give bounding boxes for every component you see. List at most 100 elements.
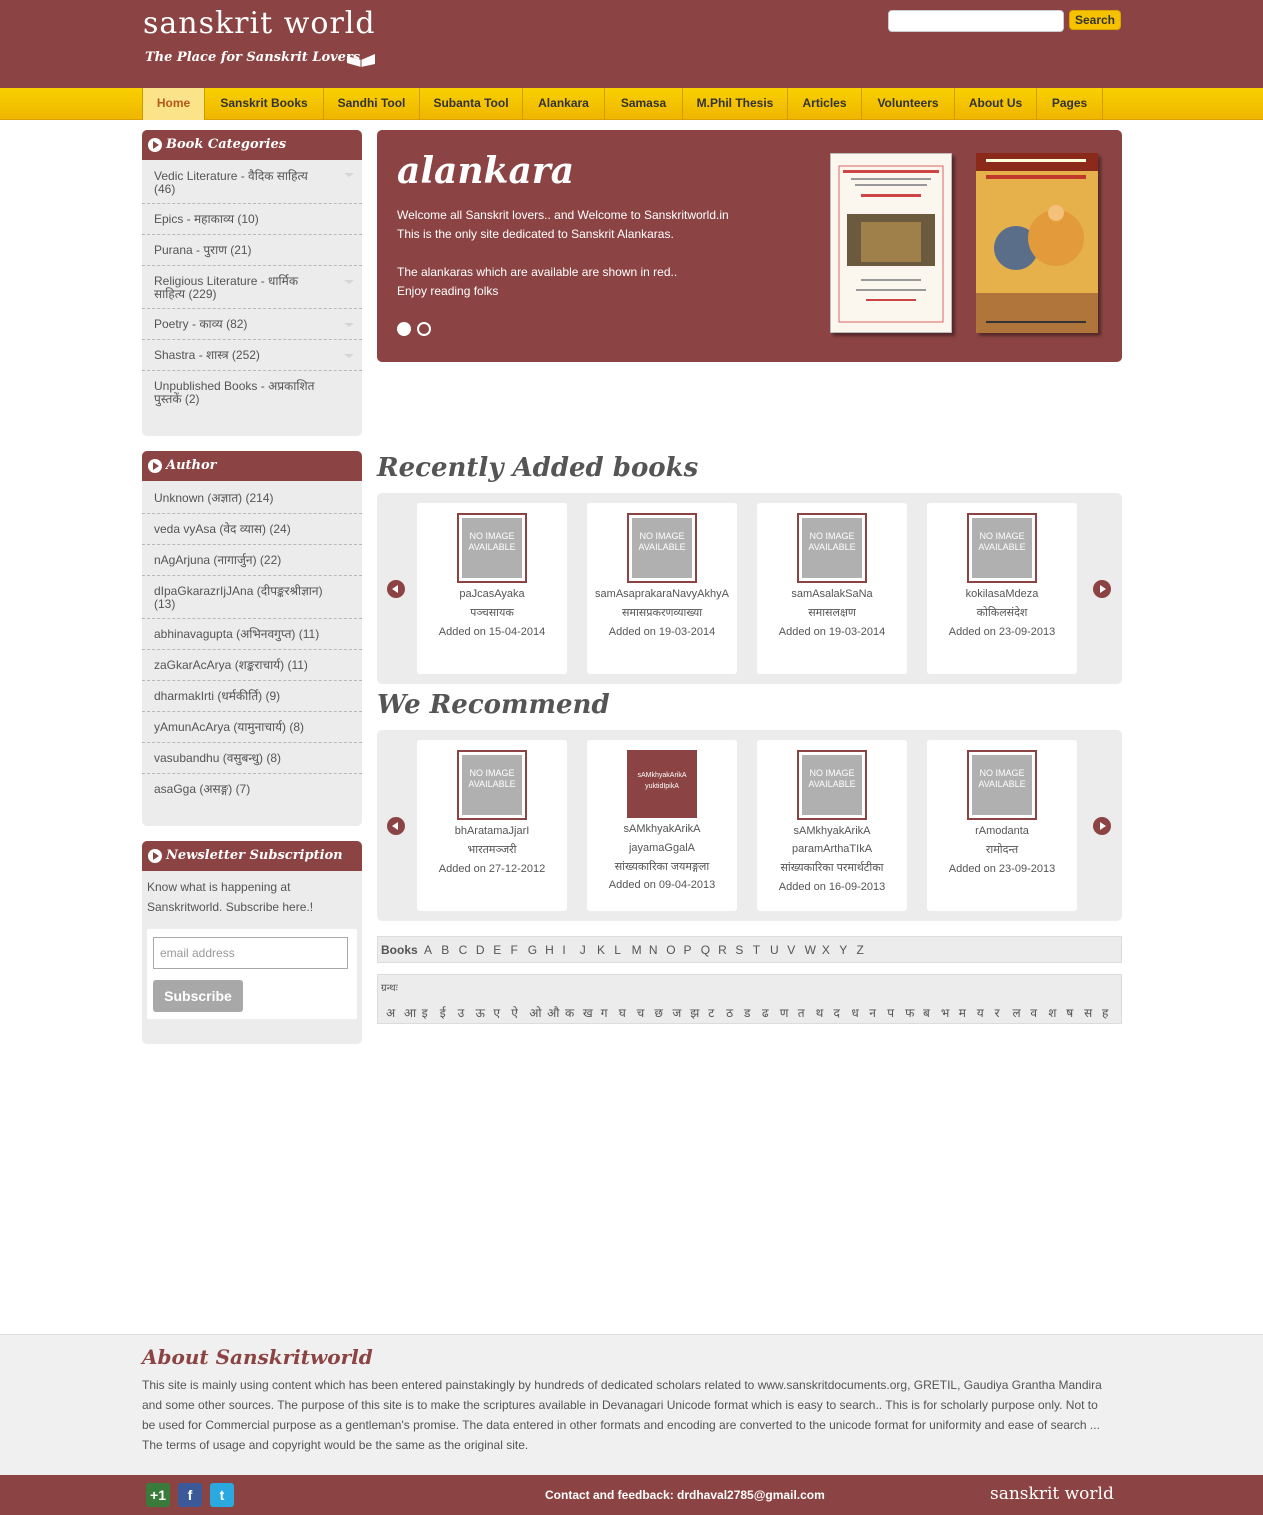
devanagari-link[interactable]: थ [816,1004,824,1021]
devanagari-link[interactable]: ब [923,1004,930,1021]
book-thumbnail[interactable]: NO IMAGE AVAILABLE [627,513,697,583]
devanagari-link[interactable]: प [887,1004,894,1021]
alphabet-link-c[interactable]: C [459,943,468,957]
alphabet-link-e[interactable]: E [493,943,501,957]
devanagari-link[interactable]: ऊ [476,1004,485,1021]
alphabet-link-z[interactable]: Z [857,943,864,957]
devanagari-link[interactable]: इ [422,1004,428,1021]
google-plus-icon[interactable]: +1 [146,1483,170,1507]
nav-home[interactable]: Home [142,88,205,120]
devanagari-link[interactable]: ल [1013,1004,1021,1021]
book-title[interactable]: samAsaprakaraNavyAkhyA [587,588,737,600]
devanagari-link[interactable]: ज [672,1004,681,1021]
book-card[interactable]: NO IMAGE AVAILABLE rAmodanta रामोदन्त Ad… [927,740,1077,911]
alphabet-link-r[interactable]: R [718,943,727,957]
nav-articles[interactable]: Articles [788,88,862,120]
alphabet-link-a[interactable]: A [424,943,432,957]
devanagari-link[interactable]: स [1084,1004,1092,1021]
devanagari-link[interactable]: भ [941,1004,949,1021]
author-item[interactable]: nAgArjuna (नागार्जुन) (22) [142,545,362,576]
book-title-devanagari[interactable]: समासप्रकरणव्याख्या [587,605,737,620]
book-title-devanagari[interactable]: रामोदन्त [927,842,1077,857]
book-card[interactable]: NO IMAGE AVAILABLE samAsaprakaraNavyAkhy… [587,503,737,674]
book-title[interactable]: sAMkhyakArikA [587,823,737,835]
carousel-next-icon[interactable] [1093,580,1111,598]
alphabet-link-n[interactable]: N [649,943,658,957]
author-item[interactable]: dharmakIrti (धर्मकीर्ति) (9) [142,681,362,712]
book-title[interactable]: rAmodanta [927,825,1077,837]
nav-subanta-tool[interactable]: Subanta Tool [420,88,523,120]
devanagari-link[interactable]: क [565,1004,574,1021]
chevron-down-icon[interactable] [344,280,354,284]
book-cover-image[interactable] [830,153,952,333]
author-item[interactable]: veda vyAsa (वेद व्यास) (24) [142,514,362,545]
alphabet-link-s[interactable]: S [735,943,743,957]
book-thumbnail[interactable]: NO IMAGE AVAILABLE [967,750,1037,820]
author-item[interactable]: yAmunAcArya (यामुनाचार्य) (8) [142,712,362,743]
devanagari-link[interactable]: य [977,1004,984,1021]
author-item[interactable]: asaGga (असङ्ग) (7) [142,774,362,805]
book-title-line2[interactable]: jayamaGgalA [587,842,737,854]
alphabet-link-h[interactable]: H [545,943,554,957]
category-item[interactable]: Poetry - काव्य (82) [142,309,362,340]
book-thumbnail[interactable]: NO IMAGE AVAILABLE [797,513,867,583]
devanagari-link[interactable]: ह [1102,1004,1108,1021]
book-thumbnail[interactable]: sAMkhyakArikA yuktidIpikA [627,750,697,818]
alphabet-link-t[interactable]: T [753,943,760,957]
facebook-icon[interactable]: f [178,1483,202,1507]
author-item[interactable]: vasubandhu (वसुबन्धु) (8) [142,743,362,774]
category-item[interactable]: Vedic Literature - वैदिक साहित्य (46) [142,167,362,204]
book-title-devanagari[interactable]: कोकिलसंदेश [927,605,1077,620]
author-item[interactable]: abhinavagupta (अभिनवगुप्त) (11) [142,619,362,650]
book-title[interactable]: kokilasaMdeza [927,588,1077,600]
author-item[interactable]: dIpaGkarazrIjJAna (दीपङ्करश्रीज्ञान) (13) [142,576,362,619]
category-item[interactable]: Shastra - शास्त्र (252) [142,340,362,371]
alphabet-link-i[interactable]: I [562,943,565,957]
subscribe-button[interactable]: Subscribe [153,980,243,1012]
book-card[interactable]: NO IMAGE AVAILABLE paJcasAyaka पञ्चसायक … [417,503,567,674]
email-field[interactable]: email address [153,937,348,969]
chevron-down-icon[interactable] [344,173,354,177]
alphabet-link-v[interactable]: V [787,943,795,957]
devanagari-link[interactable]: औ [547,1004,559,1021]
twitter-icon[interactable]: t [210,1483,234,1507]
book-card[interactable]: NO IMAGE AVAILABLE bhAratamaJjarI भारतमञ… [417,740,567,911]
alphabet-link-g[interactable]: G [528,943,537,957]
devanagari-link[interactable]: ड [744,1004,750,1021]
devanagari-link[interactable]: ध [851,1004,858,1021]
book-title-devanagari[interactable]: सांख्यकारिका जयमङ्गला [587,859,737,874]
devanagari-link[interactable]: त [798,1004,805,1021]
devanagari-link[interactable]: उ [458,1004,465,1021]
nav-mphil-thesis[interactable]: M.Phil Thesis [683,88,788,120]
carousel-next-icon[interactable] [1093,817,1111,835]
alphabet-link-d[interactable]: D [476,943,485,957]
book-title-line2[interactable]: paramArthaTIkA [757,843,907,855]
author-item[interactable]: zaGkarAcArya (शङ्कराचार्य) (11) [142,650,362,681]
devanagari-link[interactable]: छ [655,1004,663,1021]
category-item[interactable]: Unpublished Books - अप्रकाशित पुस्तकें (2… [142,371,362,414]
book-cover-image[interactable] [976,153,1098,333]
book-title-devanagari[interactable]: पञ्चसायक [417,605,567,620]
category-item[interactable]: Epics - महाकाव्य (10) [142,204,362,235]
book-thumbnail[interactable]: NO IMAGE AVAILABLE [457,750,527,820]
devanagari-link[interactable]: झ [690,1004,699,1021]
devanagari-link[interactable]: म [959,1004,966,1021]
book-thumbnail[interactable]: NO IMAGE AVAILABLE [457,513,527,583]
alphabet-link-m[interactable]: M [632,943,642,957]
devanagari-link[interactable]: ई [440,1004,446,1021]
alphabet-link-q[interactable]: Q [701,943,710,957]
devanagari-link[interactable]: फ [905,1004,914,1021]
devanagari-link[interactable]: ए [493,1004,500,1021]
nav-sanskrit-books[interactable]: Sanskrit Books [205,88,324,120]
alphabet-link-p[interactable]: P [684,943,692,957]
book-card[interactable]: sAMkhyakArikA yuktidIpikA sAMkhyakArikA … [587,740,737,911]
book-thumbnail[interactable]: NO IMAGE AVAILABLE [967,513,1037,583]
devanagari-link[interactable]: व [1030,1004,1037,1021]
book-title-devanagari[interactable]: समासलक्षण [757,605,907,620]
alphabet-link-y[interactable]: Y [839,943,847,957]
alphabet-link-f[interactable]: F [511,943,518,957]
chevron-down-icon[interactable] [344,354,354,358]
alphabet-link-o[interactable]: O [666,943,675,957]
search-button[interactable]: Search [1069,10,1121,30]
devanagari-link[interactable]: ढ [762,1004,769,1021]
